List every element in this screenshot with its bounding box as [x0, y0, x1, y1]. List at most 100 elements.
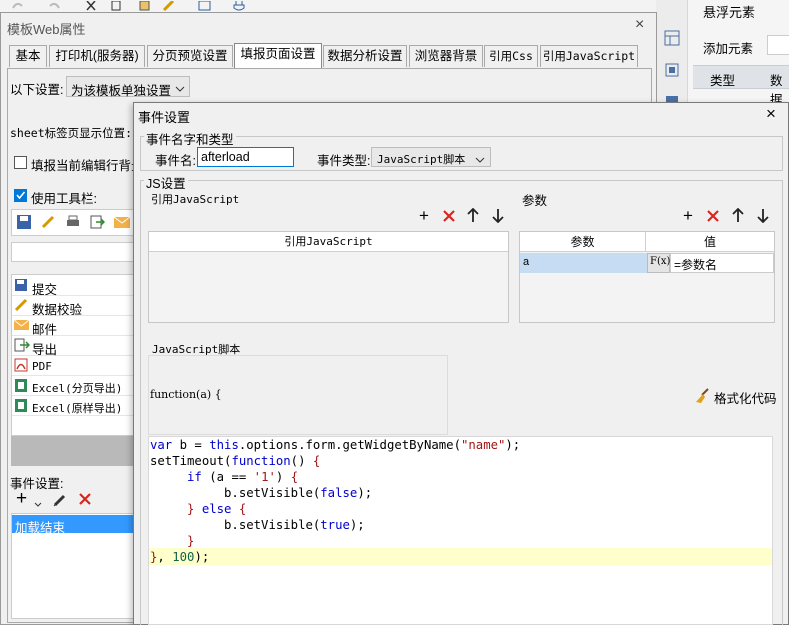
event-type-select[interactable]: JavaScript脚本: [371, 147, 491, 167]
delete-icon[interactable]: [706, 209, 720, 226]
toolbar-checkbox[interactable]: [14, 189, 27, 202]
list-item[interactable]: 提交: [12, 276, 140, 297]
sheet-position-label: sheet标签页显示位置:: [10, 126, 133, 140]
toolbar-label: 使用工具栏:: [31, 192, 97, 206]
tab-ref-css[interactable]: 引用Css: [484, 45, 538, 67]
current-line-highlight: [149, 548, 772, 565]
list-item[interactable]: 数据校验: [12, 296, 140, 317]
ref-js-label: 引用JavaScript: [151, 193, 240, 206]
tab-page-preview[interactable]: 分页预览设置: [147, 45, 233, 67]
delete-icon[interactable]: [78, 492, 92, 509]
button-list: 提交 数据校验 邮件 导出 PDF Excel(分页导出) Excel(原样导出…: [11, 274, 141, 436]
mail-icon[interactable]: [113, 214, 131, 233]
add-element-input[interactable]: [767, 35, 789, 55]
toolbar-row-input[interactable]: [11, 242, 141, 262]
settings-label: 以下设置:: [10, 83, 64, 97]
button-label: Excel(原样导出): [32, 402, 123, 415]
code-line: } else {: [187, 502, 247, 516]
params-table: 参数 值 a F(x) =参数名: [519, 231, 775, 323]
event-name-input[interactable]: afterload: [197, 147, 294, 167]
arrow-down-icon[interactable]: [492, 208, 504, 226]
float-panel-title: 悬浮元素: [703, 5, 756, 20]
list-item[interactable]: 导出: [12, 336, 140, 357]
save-icon: [14, 278, 28, 295]
formula-icon-label: F(x): [650, 256, 671, 267]
paste-icon[interactable]: [138, 0, 152, 12]
highlight-checkbox[interactable]: [14, 156, 27, 169]
code-editor[interactable]: var b = this.options.form.getWidgetByNam…: [148, 436, 773, 625]
ref-js-table: 引用JavaScript: [148, 231, 509, 323]
tab-browser-bg[interactable]: 浏览器背景: [409, 45, 483, 67]
code-line: b.setVisible(true);: [150, 518, 365, 532]
print-icon[interactable]: [65, 214, 81, 233]
list-item[interactable]: 邮件: [12, 316, 140, 337]
code-line: var b = this.options.form.getWidgetByNam…: [150, 438, 521, 452]
text-icon[interactable]: [198, 0, 212, 12]
close-icon[interactable]: ×: [766, 104, 776, 124]
code-line: b.setVisible(false);: [150, 486, 373, 500]
gray-panel: [11, 436, 141, 466]
excel-icon: [14, 378, 28, 396]
panel-icon[interactable]: [664, 62, 680, 81]
chevron-down-icon: [175, 82, 185, 96]
settings-select-value: 为该模板单独设置: [71, 84, 172, 98]
formula-icon[interactable]: F(x): [647, 253, 670, 273]
chevron-down-icon[interactable]: [34, 497, 42, 511]
tab-ref-js[interactable]: 引用JavaScript: [540, 45, 638, 67]
redo-icon[interactable]: [48, 0, 62, 12]
cut-icon[interactable]: [84, 0, 98, 12]
event-list-item[interactable]: 加载结束: [12, 515, 140, 535]
list-item[interactable]: Excel(原样导出): [12, 396, 140, 416]
pencil-icon: [14, 298, 28, 315]
event-item-label: 加载结束: [15, 521, 66, 535]
event-type-label: 事件类型:: [317, 154, 371, 168]
param-name-cell[interactable]: a: [520, 253, 647, 273]
arrow-down-icon[interactable]: [757, 208, 769, 226]
edit-icon[interactable]: [40, 214, 56, 233]
dialog-title: 事件设置: [138, 110, 191, 125]
highlight-label: 填报当前编辑行背景: [31, 159, 144, 173]
export-icon[interactable]: [89, 214, 106, 233]
list-item[interactable]: Excel(分页导出): [12, 376, 140, 396]
list-item[interactable]: PDF: [12, 356, 140, 376]
plugin-icon[interactable]: [232, 0, 246, 12]
panel-icon[interactable]: [664, 30, 680, 49]
delete-icon[interactable]: [442, 209, 456, 226]
arrow-up-icon[interactable]: [732, 207, 744, 226]
event-type-value: JavaScript脚本: [377, 153, 466, 166]
edit-icon[interactable]: [52, 492, 68, 511]
add-element-label: 添加元素: [703, 42, 754, 56]
pdf-icon: [14, 358, 28, 375]
settings-select[interactable]: 为该模板单独设置: [66, 76, 190, 98]
tab-printer[interactable]: 打印机(服务器): [49, 45, 145, 67]
name-type-group-label: 事件名字和类型: [144, 129, 236, 148]
params-column-name: 参数: [520, 232, 646, 252]
param-row[interactable]: a F(x) =参数名: [520, 253, 774, 273]
param-value: =参数名: [674, 258, 718, 272]
button-label: Excel(分页导出): [32, 382, 123, 395]
mail-icon: [13, 319, 30, 334]
params-column-value: 值: [646, 232, 774, 252]
format-code-button[interactable]: 格式化代码: [714, 388, 777, 407]
dialog-title: 模板Web属性: [7, 22, 86, 37]
col-type: 类型: [710, 74, 736, 88]
event-name-value: afterload: [201, 150, 250, 164]
add-icon[interactable]: +: [679, 207, 697, 224]
event-name-label: 事件名:: [155, 154, 196, 168]
tab-fill-page[interactable]: 填报页面设置: [234, 43, 322, 68]
format-painter-icon[interactable]: [162, 0, 176, 12]
save-icon[interactable]: [16, 214, 32, 233]
add-icon[interactable]: +: [415, 207, 433, 224]
close-icon[interactable]: ×: [635, 16, 644, 34]
tab-basic[interactable]: 基本: [9, 45, 47, 67]
broom-icon[interactable]: [694, 388, 710, 407]
copy-icon[interactable]: [110, 0, 124, 12]
event-list: 加载结束: [11, 513, 141, 619]
code-line: }: [187, 534, 195, 548]
add-icon[interactable]: +: [16, 489, 27, 508]
undo-icon[interactable]: [10, 0, 24, 12]
tab-data-analysis[interactable]: 数据分析设置: [323, 45, 407, 67]
ref-js-column-header: 引用JavaScript: [149, 232, 508, 252]
arrow-up-icon[interactable]: [467, 207, 479, 226]
param-value-cell[interactable]: =参数名: [670, 253, 774, 273]
